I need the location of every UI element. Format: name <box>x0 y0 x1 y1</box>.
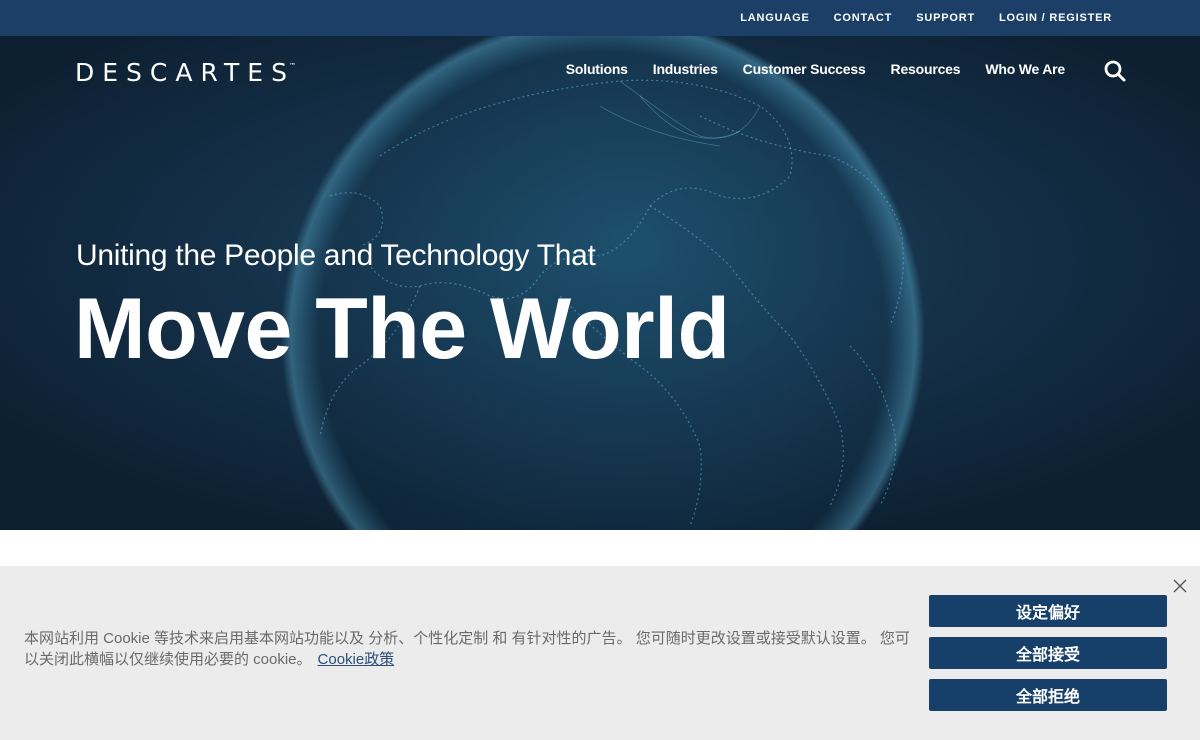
nav-industries[interactable]: Industries <box>653 61 718 77</box>
cookie-policy-link[interactable]: Cookie政策 <box>318 651 395 668</box>
nav-who-we-are[interactable]: Who We Are <box>985 61 1065 77</box>
set-preferences-button[interactable]: 设定偏好 <box>929 595 1167 627</box>
search-button[interactable] <box>1103 59 1127 83</box>
support-link[interactable]: SUPPORT <box>916 12 975 24</box>
accept-all-button[interactable]: 全部接受 <box>929 637 1167 669</box>
cookie-message-text: 本网站利用 Cookie 等技术来启用基本网站功能以及 分析、个性化定制 和 有… <box>24 630 910 668</box>
hero-title: Move The World <box>74 281 730 377</box>
trademark-symbol: ™ <box>288 62 296 70</box>
cookie-banner: 本网站利用 Cookie 等技术来启用基本网站功能以及 分析、个性化定制 和 有… <box>0 566 1200 740</box>
cookie-message: 本网站利用 Cookie 等技术来启用基本网站功能以及 分析、个性化定制 和 有… <box>24 628 910 670</box>
utility-nav: LANGUAGE CONTACT SUPPORT LOGIN / REGISTE… <box>740 0 1112 36</box>
hero-subtitle: Uniting the People and Technology That <box>76 239 596 272</box>
nav-solutions[interactable]: Solutions <box>566 61 628 77</box>
nav-resources[interactable]: Resources <box>891 61 961 77</box>
login-register-link[interactable]: LOGIN / REGISTER <box>999 12 1112 24</box>
language-link[interactable]: LANGUAGE <box>740 12 809 24</box>
cookie-close-button[interactable] <box>1172 578 1188 594</box>
reject-all-button[interactable]: 全部拒绝 <box>929 679 1167 711</box>
contact-link[interactable]: CONTACT <box>834 12 893 24</box>
main-nav: Solutions Industries Customer Success Re… <box>566 61 1065 77</box>
nav-customer-success[interactable]: Customer Success <box>743 61 866 77</box>
utility-bar: LANGUAGE CONTACT SUPPORT LOGIN / REGISTE… <box>0 0 1200 36</box>
descartes-logo[interactable]: DESCARTES ™ <box>75 58 296 87</box>
search-icon <box>1104 60 1126 82</box>
hero-section: DESCARTES ™ Solutions Industries Custome… <box>0 36 1200 530</box>
close-icon <box>1173 579 1187 593</box>
logo-text: DESCARTES <box>75 58 295 87</box>
